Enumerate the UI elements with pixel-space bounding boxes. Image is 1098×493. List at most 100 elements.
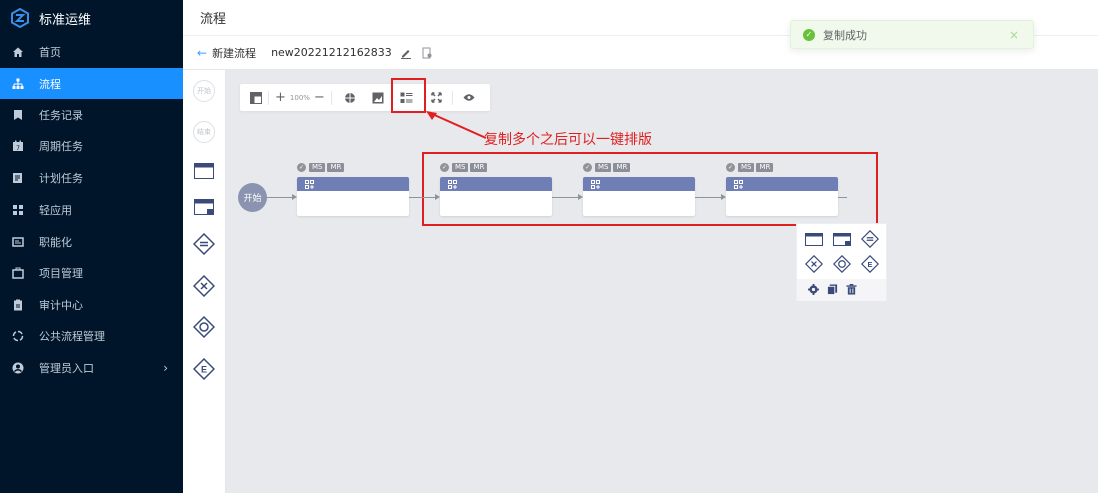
tag-mr: MR bbox=[327, 163, 345, 172]
connector-line bbox=[408, 197, 435, 198]
back-arrow-icon[interactable]: ← bbox=[197, 46, 207, 60]
palette-conditional-gateway[interactable]: E bbox=[193, 358, 215, 380]
zoom-in-button[interactable]: + bbox=[275, 84, 286, 111]
task-node-icon bbox=[194, 163, 214, 179]
nav-label: 流程 bbox=[39, 77, 61, 91]
brand-logo-icon bbox=[11, 8, 29, 28]
snapshot-button[interactable] bbox=[372, 84, 384, 111]
expand-icon bbox=[431, 92, 442, 103]
palette-start-node[interactable]: 开始 bbox=[193, 80, 215, 102]
task-node-header bbox=[726, 177, 838, 191]
parallel-gateway-icon bbox=[193, 233, 215, 255]
nav-label: 任务记录 bbox=[39, 108, 83, 122]
svg-text:7: 7 bbox=[16, 145, 20, 152]
home-icon bbox=[12, 46, 24, 58]
audit-icon bbox=[12, 299, 24, 311]
image-icon bbox=[372, 92, 384, 103]
tag-ms: MS bbox=[595, 163, 612, 172]
page-title: 流程 bbox=[200, 12, 227, 27]
annotation-arrow bbox=[426, 111, 487, 139]
task-node[interactable] bbox=[297, 177, 409, 216]
layout-icon bbox=[250, 91, 262, 104]
reset-view-button[interactable] bbox=[344, 84, 356, 111]
nav-item-light-app[interactable]: 轻应用 bbox=[0, 194, 183, 225]
check-circle-icon: ✓ bbox=[803, 28, 815, 41]
tag-ms: MS bbox=[452, 163, 469, 172]
close-icon[interactable]: × bbox=[1009, 28, 1019, 42]
copy-icon[interactable] bbox=[827, 284, 839, 296]
admin-icon bbox=[12, 362, 24, 374]
svg-text:E: E bbox=[868, 260, 873, 269]
panel-subflow-node[interactable] bbox=[832, 229, 852, 249]
converge-gateway-icon bbox=[833, 255, 851, 273]
task-node-header bbox=[297, 177, 409, 191]
zoom-out-button[interactable]: − bbox=[314, 84, 325, 111]
edit-pencil-icon[interactable] bbox=[400, 47, 412, 59]
fit-screen-button[interactable] bbox=[431, 84, 442, 111]
connector-line bbox=[694, 197, 721, 198]
preview-button[interactable] bbox=[463, 84, 475, 111]
nav-label: 项目管理 bbox=[39, 266, 83, 280]
brand[interactable]: 标准运维 bbox=[0, 0, 183, 36]
nav-item-plan-task[interactable]: 计划任务 bbox=[0, 162, 183, 193]
toolbar-divider bbox=[330, 90, 332, 105]
task-node-header bbox=[583, 177, 695, 191]
sidebar: 标准运维 首页 流程 任务记录 7 周期任务 计划任务 轻应用 职能化 项目管理… bbox=[0, 0, 183, 493]
plugin-icon bbox=[305, 179, 314, 189]
subflow-node-icon bbox=[833, 232, 851, 246]
nav-item-public-flow[interactable]: 公共流程管理 bbox=[0, 320, 183, 351]
settings-doc-icon[interactable] bbox=[421, 47, 433, 59]
delete-icon[interactable] bbox=[846, 284, 858, 296]
panel-task-node[interactable] bbox=[804, 229, 824, 249]
palette-parallel-gateway[interactable] bbox=[193, 233, 215, 255]
nav-label: 职能化 bbox=[39, 235, 72, 249]
annotation-text: 复制多个之后可以一键排版 bbox=[484, 132, 652, 148]
back-link[interactable]: 新建流程 bbox=[212, 45, 256, 61]
public-flow-icon bbox=[12, 330, 24, 342]
palette-exclusive-gateway[interactable] bbox=[193, 275, 215, 297]
flow-canvas[interactable]: + 100% − 复制多个之后可以一键排版 开始 ✓ MS MR ✓ MS MR… bbox=[226, 70, 1098, 493]
panel-conditional-gateway[interactable]: E bbox=[860, 254, 880, 274]
task-record-icon bbox=[12, 109, 24, 121]
nav-item-home[interactable]: 首页 bbox=[0, 36, 183, 67]
plan-icon bbox=[12, 172, 24, 184]
task-node[interactable] bbox=[440, 177, 552, 216]
palette-end-node[interactable]: 结束 bbox=[193, 121, 215, 143]
nav-item-audit[interactable]: 审计中心 bbox=[0, 289, 183, 320]
subflow-node-icon bbox=[194, 199, 214, 215]
task-node[interactable] bbox=[583, 177, 695, 216]
palette-converge-gateway[interactable] bbox=[193, 316, 215, 338]
gear-icon[interactable] bbox=[808, 284, 820, 296]
check-icon: ✓ bbox=[726, 163, 735, 172]
chevron-right-icon: › bbox=[163, 360, 168, 375]
node-shortcut-panel: E bbox=[796, 223, 887, 301]
tag-mr: MR bbox=[470, 163, 488, 172]
layout-toggle-button[interactable] bbox=[250, 84, 262, 111]
exclusive-gateway-icon bbox=[193, 275, 215, 297]
start-node[interactable]: 开始 bbox=[238, 183, 267, 212]
task-node-header bbox=[440, 177, 552, 191]
nav-item-function[interactable]: 职能化 bbox=[0, 226, 183, 257]
task-node[interactable] bbox=[726, 177, 838, 216]
svg-text:E: E bbox=[201, 365, 207, 375]
nav-item-task-record[interactable]: 任务记录 bbox=[0, 99, 183, 130]
nav-item-periodic-task[interactable]: 7 周期任务 bbox=[0, 130, 183, 161]
nav-label: 管理员入口 bbox=[39, 361, 94, 375]
parallel-gateway-icon bbox=[861, 230, 879, 248]
nav-label: 审计中心 bbox=[39, 298, 83, 312]
nav-item-flow[interactable]: 流程 bbox=[0, 68, 183, 99]
tag-mr: MR bbox=[756, 163, 774, 172]
nav-item-project[interactable]: 项目管理 bbox=[0, 257, 183, 288]
palette-subflow-node[interactable] bbox=[193, 196, 215, 218]
calendar-icon: 7 bbox=[12, 140, 24, 152]
project-icon bbox=[12, 267, 24, 279]
flow-icon bbox=[12, 78, 24, 90]
panel-exclusive-gateway[interactable] bbox=[804, 254, 824, 274]
panel-parallel-gateway[interactable] bbox=[860, 229, 880, 249]
check-icon: ✓ bbox=[297, 163, 306, 172]
palette-task-node[interactable] bbox=[193, 160, 215, 182]
panel-converge-gateway[interactable] bbox=[832, 254, 852, 274]
nav-item-admin[interactable]: 管理员入口 › bbox=[0, 352, 183, 383]
conditional-gateway-icon: E bbox=[861, 255, 879, 273]
tag-mr: MR bbox=[613, 163, 631, 172]
